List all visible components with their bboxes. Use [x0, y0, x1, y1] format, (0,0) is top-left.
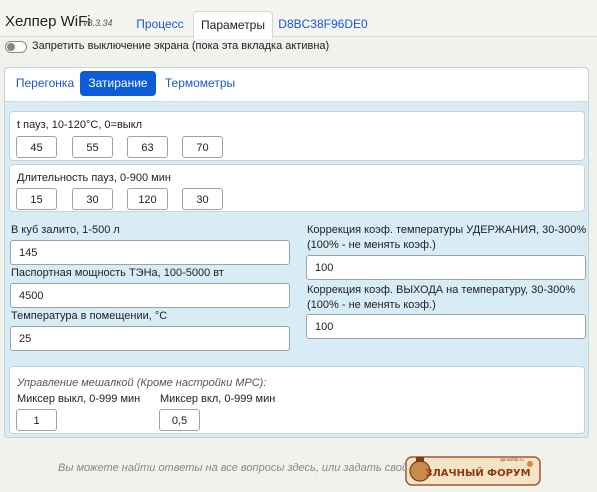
mixer-off-input[interactable]: 1: [16, 409, 57, 431]
hold-correction-input[interactable]: 100: [306, 255, 586, 280]
room-temp-input[interactable]: 25: [10, 326, 290, 351]
mixer-on-input[interactable]: 0,5: [159, 409, 200, 431]
pause-temps-card: t пауз, 10-120°C, 0=выкл 45 55 63 70: [9, 111, 585, 161]
logo-site: goneshik.ru: [500, 457, 524, 462]
sub-tab-bar: Перегонка Затирание Термометры: [5, 68, 588, 102]
tab-device-id[interactable]: D8BC38F96DE0: [276, 11, 370, 37]
logo-gear-icon: [527, 461, 533, 467]
subtab-distillation[interactable]: Перегонка: [10, 71, 80, 96]
mixer-title: Управление мешалкой (Кроме настройки МРС…: [17, 377, 267, 389]
ramp-correction-input[interactable]: 100: [306, 314, 586, 339]
pause-durations-card: Длительность пауз, 0-900 мин 15 30 120 3…: [9, 164, 585, 212]
toggle-knob: [7, 43, 15, 51]
app-version: v8.3.34: [83, 18, 113, 28]
subtab-thermometers[interactable]: Термометры: [160, 71, 240, 96]
volume-input[interactable]: 145: [10, 240, 290, 265]
heater-power-label: Паспортная мощность ТЭНа, 100-5000 вт: [11, 267, 224, 279]
mixer-on-label: Миксер вкл, 0-999 мин: [160, 393, 276, 405]
mixer-off-label: Миксер выкл, 0-999 мин: [17, 393, 141, 405]
tab-parameters[interactable]: Параметры: [193, 11, 273, 39]
screen-lock-toggle[interactable]: [5, 41, 27, 53]
heater-power-input[interactable]: 4500: [10, 283, 290, 308]
tab-process[interactable]: Процесс: [129, 11, 191, 37]
pause-temps-label: t пауз, 10-120°C, 0=выкл: [17, 119, 143, 131]
pause-temp-input-3[interactable]: 63: [127, 136, 168, 158]
hold-correction-hint: (100% - не менять коэф.): [307, 239, 436, 251]
volume-label: В куб залито, 1-500 л: [11, 224, 120, 236]
subtab-mashing[interactable]: Затирание: [80, 71, 156, 96]
logo-pot-lid: [416, 457, 424, 462]
pause-duration-input-4[interactable]: 30: [182, 188, 223, 210]
forum-logo[interactable]: ЗЛАЧНЫЙ ФОРУМ goneshik.ru: [404, 452, 542, 488]
pause-duration-input-3[interactable]: 120: [127, 188, 168, 210]
mashing-panel: Перегонка Затирание Термометры t пауз, 1…: [4, 67, 589, 438]
screen-lock-label: Запретить выключение экрана (пока эта вк…: [32, 40, 330, 52]
pause-temp-input-1[interactable]: 45: [16, 136, 57, 158]
ramp-correction-hint: (100% - не менять коэф.): [307, 299, 436, 311]
pause-temp-input-2[interactable]: 55: [72, 136, 113, 158]
footer-text: Вы можете найти ответы на все вопросы зд…: [58, 462, 412, 474]
ramp-correction-label: Коррекция коэф. ВЫХОДА на температуру, 3…: [307, 284, 576, 296]
app-header: Хелпер WiFi v8.3.34 Процесс Параметры D8…: [0, 0, 597, 39]
app-title: Хелпер WiFi: [5, 13, 91, 30]
room-temp-label: Температура в помещении, °C: [11, 310, 168, 322]
logo-text: ЗЛАЧНЫЙ ФОРУМ: [425, 466, 530, 479]
pause-duration-input-1[interactable]: 15: [16, 188, 57, 210]
hold-correction-label: Коррекция коэф. температуры УДЕРЖАНИЯ, 3…: [307, 224, 587, 236]
pause-duration-input-2[interactable]: 30: [72, 188, 113, 210]
pause-temp-input-4[interactable]: 70: [182, 136, 223, 158]
pause-durations-label: Длительность пауз, 0-900 мин: [17, 172, 171, 184]
mixer-card: Управление мешалкой (Кроме настройки МРС…: [9, 366, 585, 434]
